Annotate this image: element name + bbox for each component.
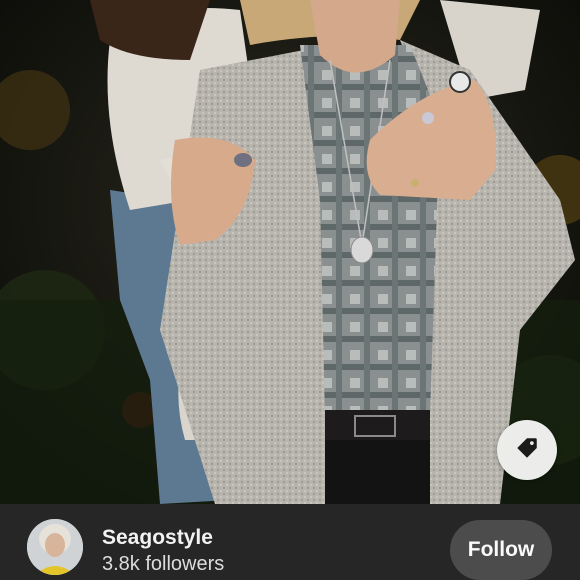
- follower-count: 3.8k followers: [102, 553, 225, 575]
- tag-button[interactable]: [497, 420, 557, 480]
- avatar[interactable]: [27, 519, 83, 575]
- follow-button[interactable]: Follow: [450, 520, 552, 580]
- price-tag-icon: [514, 435, 540, 466]
- listing-photo[interactable]: [0, 0, 580, 504]
- username[interactable]: Seagostyle: [102, 526, 213, 550]
